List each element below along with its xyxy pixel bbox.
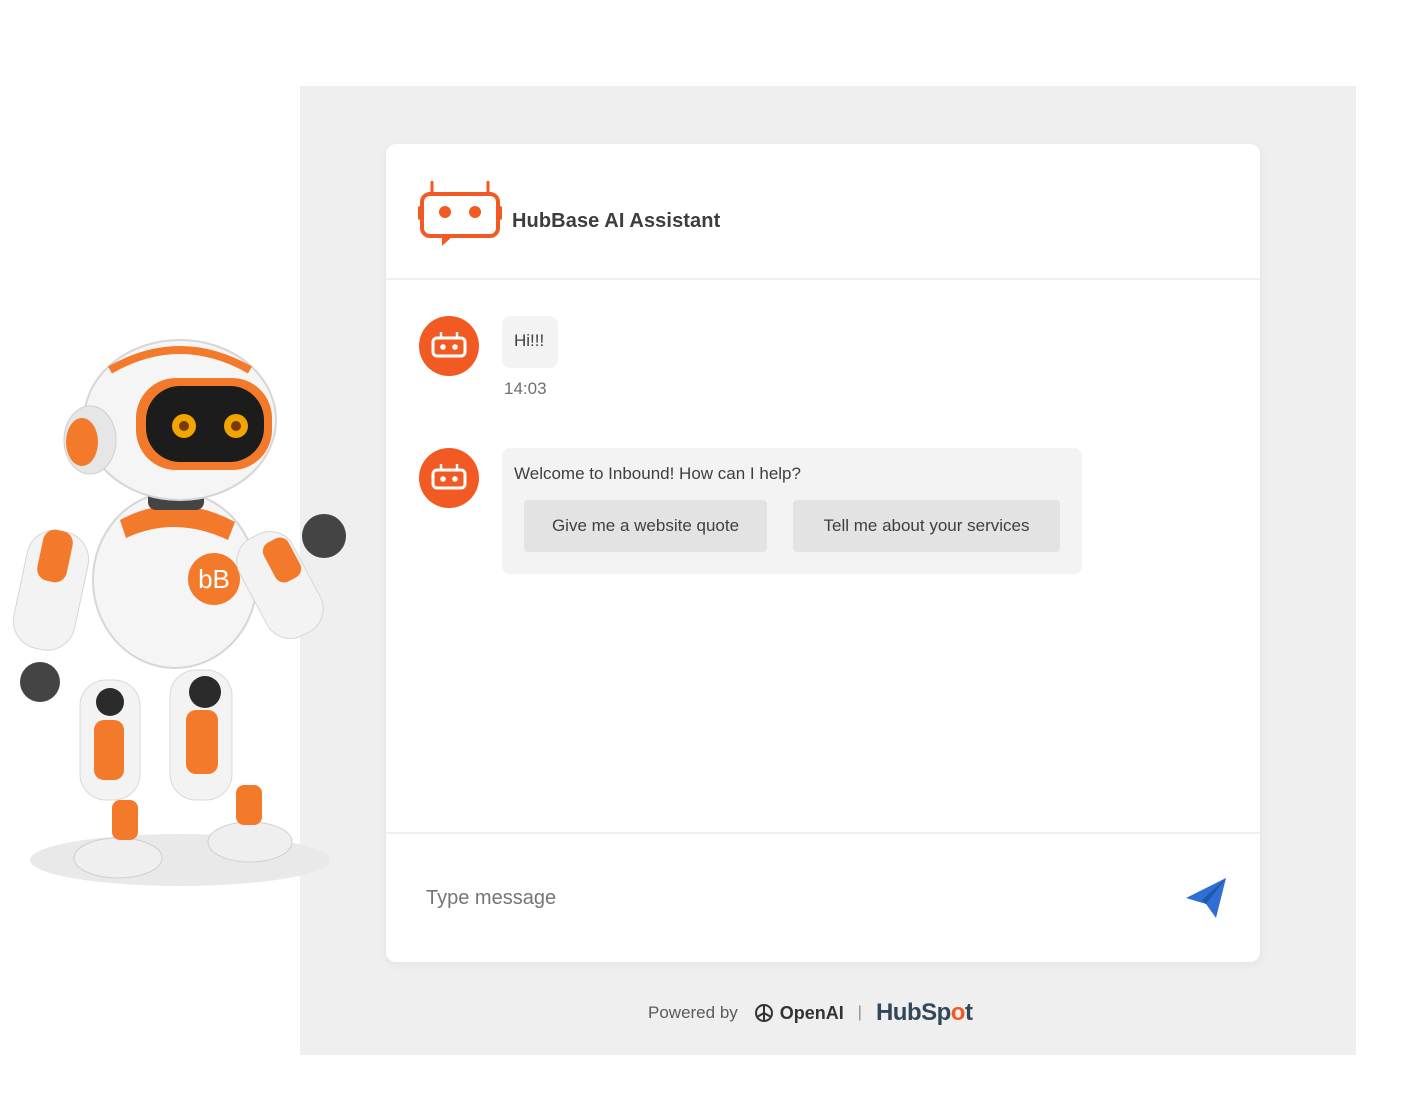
openai-wordmark: OpenAI: [779, 1002, 844, 1023]
hubspot-wordmark-start: HubSp: [875, 999, 951, 1026]
quick-reply-services[interactable]: Tell me about your services: [793, 500, 1060, 552]
bot-avatar-icon: [431, 332, 467, 358]
bot-avatar: [419, 448, 479, 508]
message-input[interactable]: [426, 870, 1166, 926]
openai-logo: OpenAI: [752, 1001, 844, 1025]
message-composer: [386, 832, 1260, 962]
quick-reply-website-quote[interactable]: Give me a website quote: [524, 500, 767, 552]
bot-message-bubble: Welcome to Inbound! How can I help? Give…: [502, 448, 1082, 574]
mascot-badge: bB: [198, 564, 230, 594]
chat-header: HubBase AI Assistant: [386, 144, 1260, 280]
app-root: bB HubBase AI Assistant Hi!!! 14:03 Welc…: [0, 0, 1416, 1110]
bot-avatar: [419, 316, 479, 376]
openai-logo-icon: [754, 1004, 773, 1022]
message-timestamp: 14:03: [504, 379, 547, 398]
robot-chat-icon: [418, 181, 502, 246]
message-text: Hi!!!: [514, 331, 545, 350]
footer-separator: |: [857, 1004, 862, 1021]
chat-title: HubBase AI Assistant: [512, 210, 721, 232]
chat-window: HubBase AI Assistant Hi!!! 14:03 Welcome…: [386, 144, 1260, 962]
powered-by-footer: Powered by OpenAI | HubSpot: [648, 996, 973, 1030]
message-text: Welcome to Inbound! How can I help?: [514, 464, 801, 483]
hubspot-sprocket: o: [950, 999, 966, 1026]
bot-message-bubble: Hi!!!: [502, 316, 558, 368]
hubspot-logo: HubSpot: [876, 999, 973, 1027]
send-icon[interactable]: [1182, 874, 1230, 922]
hubspot-wordmark-end: t: [964, 999, 973, 1026]
message-list: Hi!!! 14:03 Welcome to Inbound! How can …: [386, 282, 1260, 832]
bot-avatar-icon: [431, 464, 467, 490]
powered-by-label: Powered by: [648, 1003, 738, 1022]
robot-mascot: bB: [12, 339, 346, 886]
